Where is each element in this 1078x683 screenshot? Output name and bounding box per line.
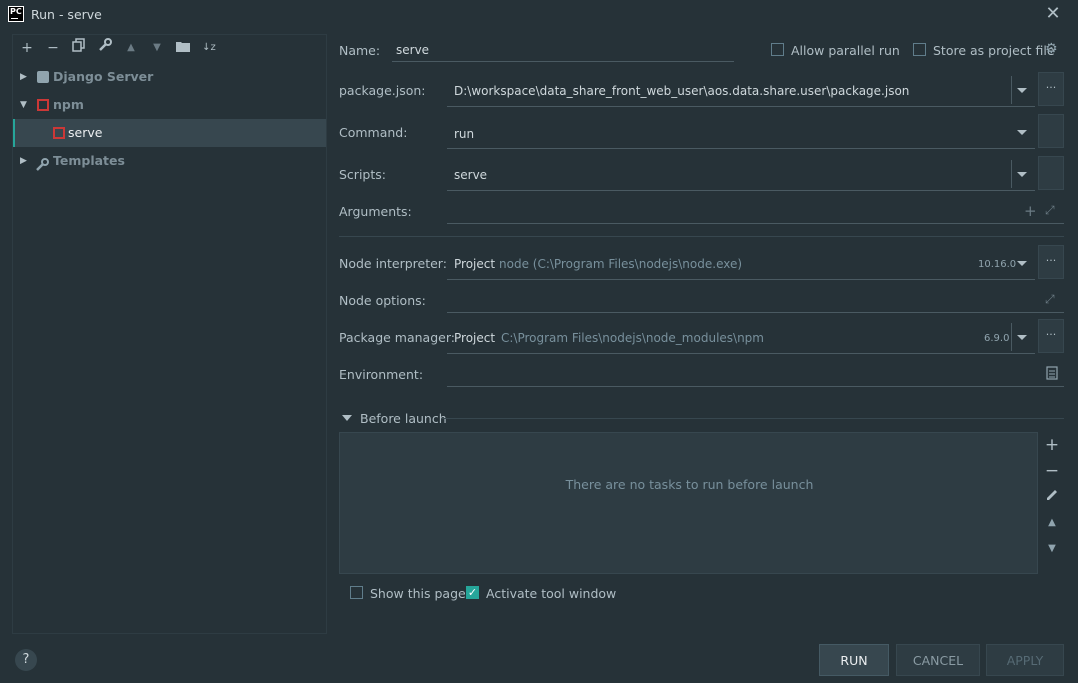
- copy-icon[interactable]: [69, 38, 89, 58]
- move-down-icon[interactable]: ▼: [1043, 540, 1061, 558]
- edit-icon[interactable]: [1043, 488, 1061, 506]
- scripts-underline: [447, 190, 1035, 191]
- activate-tool-window-label: Activate tool window: [486, 586, 617, 601]
- app-icon-text: PC: [10, 7, 22, 16]
- node-options-underline: [447, 312, 1064, 313]
- tree-label-serve: serve: [68, 125, 103, 140]
- title-bar: PC Run - serve ✕: [0, 0, 1078, 30]
- package-manager-label: Package manager:: [339, 330, 455, 345]
- expand-arrow-icon[interactable]: ▶: [20, 147, 30, 175]
- npm-icon: [37, 99, 49, 111]
- tree-item-serve[interactable]: serve: [13, 119, 326, 147]
- folder-icon[interactable]: [173, 38, 193, 58]
- name-field[interactable]: serve: [396, 43, 429, 57]
- tree-label-templates: Templates: [53, 153, 125, 168]
- node-version: 10.16.0: [978, 259, 1017, 270]
- chevron-down-icon[interactable]: [1017, 335, 1027, 340]
- sort-icon[interactable]: ↓z: [199, 38, 219, 58]
- before-launch-list: There are no tasks to run before launch: [339, 432, 1038, 574]
- gear-icon[interactable]: ⚙: [1045, 42, 1059, 56]
- wrench-icon: [35, 154, 49, 171]
- node-interpreter-label: Node interpreter:: [339, 256, 447, 271]
- node-options-label: Node options:: [339, 293, 426, 308]
- window-title: Run - serve: [31, 7, 102, 22]
- package-json-label: package.json:: [339, 83, 426, 98]
- package-json-underline: [447, 106, 1035, 107]
- npm-icon: [53, 127, 65, 139]
- name-label: Name:: [339, 43, 381, 58]
- collapse-arrow-icon[interactable]: ▼: [20, 91, 30, 119]
- browse-node-interpreter-button[interactable]: ...: [1038, 245, 1064, 279]
- wrench-icon[interactable]: [95, 38, 115, 58]
- help-button[interactable]: ?: [15, 649, 37, 671]
- tree-item-templates[interactable]: ▶ Templates: [13, 147, 326, 175]
- scripts-side-button: [1038, 156, 1064, 190]
- package-manager-prefix: Project: [454, 331, 496, 345]
- show-page-checkbox[interactable]: [350, 586, 363, 599]
- add-icon[interactable]: +: [1043, 436, 1061, 454]
- run-button[interactable]: RUN: [819, 644, 889, 676]
- pycharm-app-icon: PC: [8, 6, 24, 22]
- chevron-down-icon[interactable]: [1017, 130, 1027, 135]
- environment-underline: [447, 386, 1064, 387]
- tree-toolbar: + − ▲ ▼ ↓z: [13, 35, 328, 61]
- move-up-icon[interactable]: ▲: [1043, 514, 1061, 532]
- empty-tasks-text: There are no tasks to run before launch: [565, 477, 814, 492]
- before-launch-title[interactable]: Before launch: [360, 411, 447, 426]
- expand-arrow-icon[interactable]: ▶: [20, 63, 30, 91]
- divider: [339, 236, 1064, 237]
- dropdown-separator: [1011, 323, 1012, 351]
- browse-package-json-button[interactable]: ...: [1038, 72, 1064, 106]
- django-icon: [37, 71, 49, 83]
- node-interpreter-path[interactable]: node (C:\Program Files\nodejs\node.exe): [499, 257, 742, 271]
- package-manager-underline: [447, 353, 1035, 354]
- package-json-field[interactable]: D:\workspace\data_share_front_web_user\a…: [454, 84, 909, 98]
- scripts-label: Scripts:: [339, 167, 386, 182]
- chevron-down-icon[interactable]: [1017, 261, 1027, 266]
- store-project-checkbox[interactable]: [913, 43, 926, 56]
- tree-label-django: Django Server: [53, 69, 154, 84]
- close-icon[interactable]: ✕: [1044, 5, 1062, 23]
- tree-item-npm[interactable]: ▼ npm: [13, 91, 326, 119]
- apply-button[interactable]: APPLY: [986, 644, 1064, 676]
- allow-parallel-checkbox[interactable]: [771, 43, 784, 56]
- expand-icon[interactable]: ⤢: [1045, 292, 1055, 307]
- cancel-button[interactable]: CANCEL: [896, 644, 980, 676]
- move-down-icon[interactable]: ▼: [147, 38, 167, 58]
- remove-icon[interactable]: −: [1043, 462, 1061, 480]
- browse-package-manager-button[interactable]: ...: [1038, 319, 1064, 353]
- tree-label-npm: npm: [53, 97, 84, 112]
- expand-icon[interactable]: ⤢: [1045, 203, 1055, 218]
- divider: [441, 418, 1064, 419]
- package-manager-path[interactable]: C:\Program Files\nodejs\node_modules\npm: [501, 331, 764, 345]
- command-side-button: [1038, 114, 1064, 148]
- npm-version: 6.9.0: [984, 333, 1010, 344]
- activate-tool-window-checkbox[interactable]: ✓: [466, 586, 479, 599]
- show-page-label: Show this page: [370, 586, 466, 601]
- add-icon[interactable]: +: [17, 38, 37, 58]
- store-project-label: Store as project file: [933, 43, 1055, 58]
- node-interpreter-prefix: Project: [454, 257, 496, 271]
- tree-item-django-server[interactable]: ▶ Django Server: [13, 63, 326, 91]
- add-icon[interactable]: +: [1024, 202, 1037, 220]
- scripts-select[interactable]: serve: [454, 168, 487, 182]
- command-label: Command:: [339, 125, 408, 140]
- dropdown-separator: [1011, 76, 1012, 104]
- arguments-label: Arguments:: [339, 204, 412, 219]
- allow-parallel-label: Allow parallel run: [791, 43, 900, 58]
- move-up-icon[interactable]: ▲: [121, 38, 141, 58]
- chevron-down-icon[interactable]: [1017, 88, 1027, 93]
- configurations-tree-panel: + − ▲ ▼ ↓z ▶ Django Server ▼ npm serve ▶…: [12, 34, 327, 634]
- remove-icon[interactable]: −: [43, 38, 63, 58]
- dropdown-separator: [1011, 160, 1012, 188]
- document-icon[interactable]: [1046, 366, 1058, 383]
- collapse-arrow-icon[interactable]: [342, 415, 352, 421]
- command-select[interactable]: run: [454, 127, 474, 141]
- environment-label: Environment:: [339, 367, 424, 382]
- command-underline: [447, 148, 1035, 149]
- node-interpreter-underline: [447, 279, 1035, 280]
- arguments-underline: [447, 223, 1064, 224]
- name-field-underline: [392, 61, 734, 62]
- chevron-down-icon[interactable]: [1017, 172, 1027, 177]
